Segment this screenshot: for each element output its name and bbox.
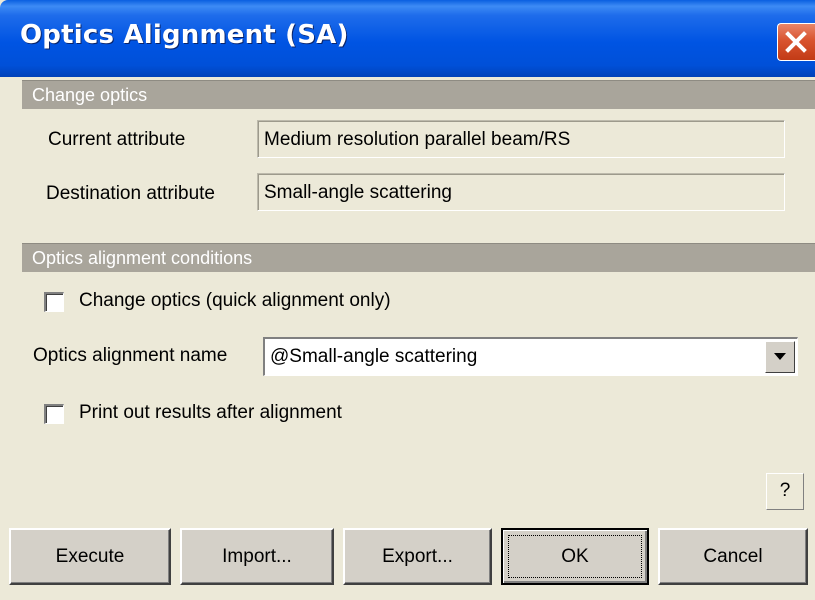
change-optics-header-label: Change optics [32, 85, 148, 105]
current-attribute-value: Medium resolution parallel beam/RS [264, 129, 571, 150]
alignment-name-value: @Small-angle scattering [270, 346, 478, 367]
change-optics-checkbox[interactable] [44, 292, 64, 312]
destination-attribute-field: Small-angle scattering [257, 173, 785, 211]
ok-button[interactable]: OK [501, 528, 649, 585]
dialog-body: Change optics Current attribute Medium r… [0, 77, 815, 600]
alignment-name-label: Optics alignment name [33, 345, 228, 366]
close-button[interactable] [777, 23, 815, 61]
current-attribute-field: Medium resolution parallel beam/RS [257, 120, 785, 158]
destination-attribute-value: Small-angle scattering [264, 182, 452, 203]
alignment-name-select[interactable]: @Small-angle scattering [263, 337, 798, 376]
window-title: Optics Alignment (SA) [20, 20, 349, 50]
print-results-checkbox-label[interactable]: Print out results after alignment [79, 402, 342, 424]
print-results-checkbox[interactable] [44, 404, 64, 424]
destination-attribute-label: Destination attribute [46, 183, 215, 204]
change-optics-header: Change optics [22, 80, 815, 109]
title-bar[interactable]: Optics Alignment (SA) [0, 0, 815, 77]
import-button[interactable]: Import... [180, 528, 334, 585]
alignment-name-dropdown-button[interactable] [765, 341, 795, 373]
close-icon [785, 31, 807, 53]
export-button[interactable]: Export... [343, 528, 492, 585]
focus-rectangle [508, 535, 642, 578]
alignment-conditions-header: Optics alignment conditions [22, 243, 815, 272]
chevron-down-icon [774, 353, 786, 360]
alignment-conditions-header-label: Optics alignment conditions [32, 248, 253, 268]
current-attribute-label: Current attribute [48, 129, 186, 150]
help-button[interactable]: ? [766, 473, 804, 510]
change-optics-checkbox-label[interactable]: Change optics (quick alignment only) [79, 290, 391, 312]
cancel-button[interactable]: Cancel [658, 528, 808, 585]
execute-button[interactable]: Execute [9, 528, 171, 585]
